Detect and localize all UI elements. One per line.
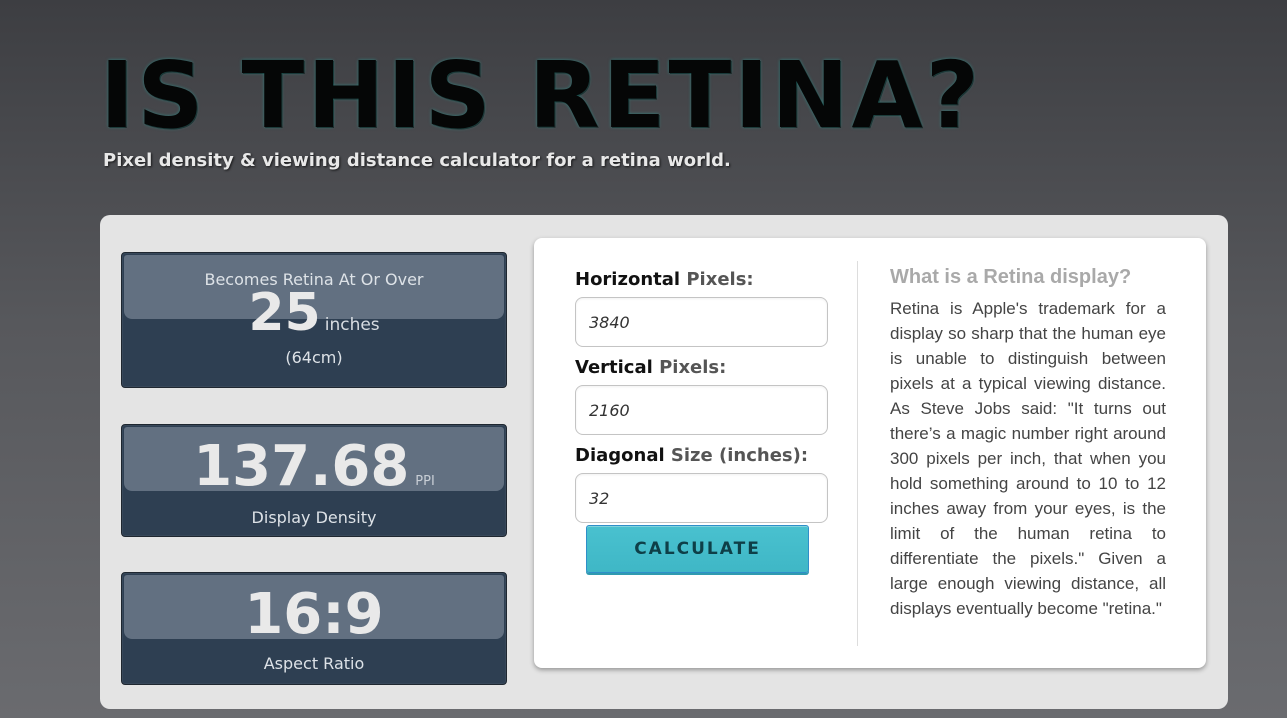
- retina-distance-metric: (64cm): [285, 348, 343, 367]
- display-density-caption: Display Density: [251, 508, 377, 527]
- display-density-value-line: 137.68 PPI: [122, 425, 506, 512]
- vertical-pixels-label: Vertical Pixels:: [575, 357, 727, 378]
- aspect-ratio-caption: Aspect Ratio: [263, 654, 365, 673]
- site-title: IS THIS RETINA?: [100, 42, 983, 149]
- retina-distance-card: Becomes Retina At Or Over 25 inches (64cm…: [121, 252, 507, 388]
- retina-info-title: What is a Retina display?: [890, 266, 1132, 288]
- input-form: Horizontal Pixels: Vertical Pixels: Diag…: [575, 266, 829, 530]
- site-header: IS THIS RETINA? Pixel density & viewing …: [100, 42, 983, 172]
- horizontal-pixels-label: Horizontal Pixels:: [575, 269, 754, 290]
- vertical-pixels-input[interactable]: [575, 385, 828, 435]
- retina-distance-value: 25: [248, 283, 321, 343]
- calculate-button[interactable]: CALCULATE: [586, 525, 809, 573]
- display-density-unit: PPI: [415, 474, 435, 489]
- aspect-ratio-card: 16:9 Aspect Ratio: [121, 572, 507, 685]
- display-density-value: 137.68: [193, 434, 410, 499]
- retina-distance-value-line: 25 inches: [122, 287, 506, 350]
- diagonal-size-input[interactable]: [575, 473, 828, 523]
- column-divider: [857, 261, 858, 646]
- calculator-panel: Becomes Retina At Or Over 25 inches (64cm…: [100, 215, 1228, 709]
- retina-info-text: Retina is Apple's trademark for a displa…: [890, 299, 1166, 618]
- retina-distance-unit: inches: [324, 315, 380, 335]
- input-form-panel: Horizontal Pixels: Vertical Pixels: Diag…: [534, 238, 1206, 668]
- aspect-ratio-value: 16:9: [244, 582, 384, 647]
- retina-info: What is a Retina display? Retina is Appl…: [890, 264, 1166, 621]
- horizontal-pixels-input[interactable]: [575, 297, 828, 347]
- site-tagline: Pixel density & viewing distance calcula…: [103, 150, 731, 171]
- display-density-card: 137.68 PPI Display Density: [121, 424, 507, 537]
- diagonal-size-label: Diagonal Size (inches):: [575, 445, 809, 466]
- aspect-ratio-value-line: 16:9: [122, 573, 506, 658]
